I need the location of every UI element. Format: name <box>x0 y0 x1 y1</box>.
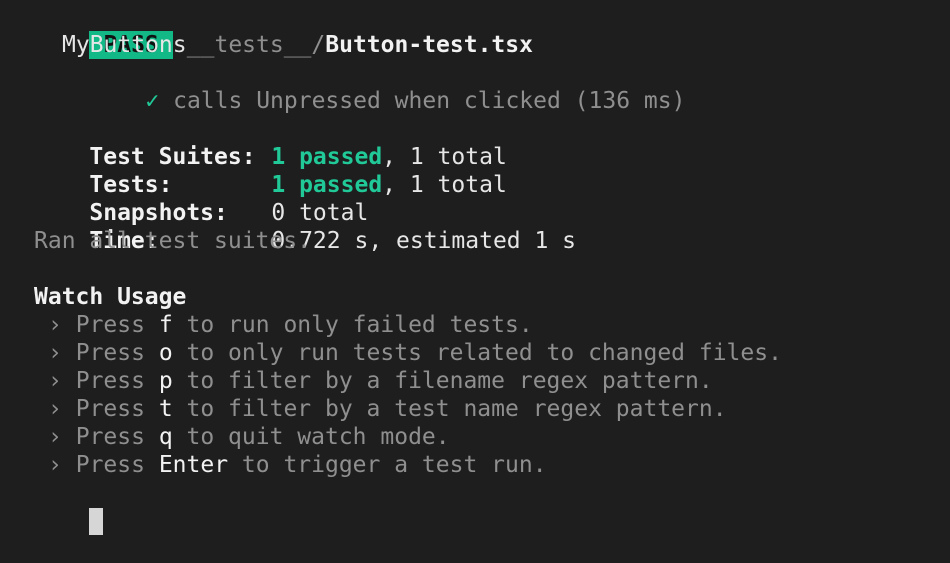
watch-usage-key: p <box>158 368 173 394</box>
chevron-right-icon: › <box>48 452 62 478</box>
watch-usage-list: › Press f to run only failed tests. › Pre… <box>34 311 950 479</box>
watch-usage-description: to filter by a filename regex pattern. <box>172 368 713 394</box>
test-file-name: Button-test.tsx <box>325 32 533 58</box>
watch-usage-press-word: Press <box>75 396 159 422</box>
summary-tests-label: Tests: <box>89 172 173 198</box>
watch-usage-key: o <box>158 340 173 366</box>
watch-usage-press-word: Press <box>75 368 159 394</box>
summary-time-value: 0.722 s, estimated 1 s <box>271 228 577 254</box>
check-icon: ✓ <box>145 88 160 114</box>
chevron-right-icon: › <box>48 340 62 366</box>
watch-usage-item: › Press f to run only failed tests. <box>34 311 950 339</box>
watch-usage-item: › Press t to filter by a test name regex… <box>34 395 950 423</box>
watch-usage-description: to quit watch mode. <box>172 424 450 450</box>
test-case-label: calls Unpressed when clicked (136 ms) <box>173 88 686 114</box>
watch-usage-press-word: Press <box>75 312 159 338</box>
watch-usage-key: Enter <box>158 452 229 478</box>
test-case-line: ✓ calls Unpressed when clicked (136 ms) <box>34 59 950 114</box>
watch-usage-key: f <box>158 312 173 338</box>
chevron-right-icon: › <box>48 396 62 422</box>
watch-usage-key: q <box>158 424 173 450</box>
chevron-right-icon: › <box>48 424 62 450</box>
summary-tests-passed: 1 passed <box>271 172 383 198</box>
terminal-output: PASS __tests__/Button-test.tsx MyButtons … <box>34 3 950 535</box>
test-file-dir: __tests__/ <box>186 32 326 58</box>
watch-usage-description: to trigger a test run. <box>228 452 547 478</box>
watch-usage-description: to run only failed tests. <box>172 312 533 338</box>
watch-usage-title: Watch Usage <box>34 284 187 310</box>
watch-usage-item: › Press q to quit watch mode. <box>34 423 950 451</box>
chevron-right-icon: › <box>48 312 62 338</box>
watch-usage-description: to only run tests related to changed fil… <box>172 340 782 366</box>
summary-snapshots-value: 0 total <box>271 200 369 226</box>
watch-usage-press-word: Press <box>75 424 159 450</box>
summary-suites-total: , 1 total <box>382 144 507 170</box>
watch-usage-item: › Press o to only run tests related to c… <box>34 339 950 367</box>
watch-usage-press-word: Press <box>75 340 159 366</box>
watch-usage-item: › Press Enter to trigger a test run. <box>34 451 950 479</box>
summary-snapshots-label: Snapshots: <box>89 200 228 226</box>
test-file-result-line: PASS __tests__/Button-test.tsx <box>34 3 950 59</box>
terminal-cursor[interactable] <box>89 508 104 535</box>
chevron-right-icon: › <box>48 368 62 394</box>
watch-usage-key: t <box>158 396 173 422</box>
summary-tests-total: , 1 total <box>382 172 507 198</box>
watch-usage-press-word: Press <box>75 452 159 478</box>
watch-usage-item: › Press p to filter by a filename regex … <box>34 367 950 395</box>
prompt-line[interactable] <box>34 479 950 535</box>
summary-suites-label: Test Suites: <box>89 144 256 170</box>
summary-suites-passed: 1 passed <box>271 144 383 170</box>
summary-suites-row: Test Suites: 1 passed, 1 total <box>34 115 950 170</box>
watch-usage-description: to filter by a test name regex pattern. <box>172 396 727 422</box>
